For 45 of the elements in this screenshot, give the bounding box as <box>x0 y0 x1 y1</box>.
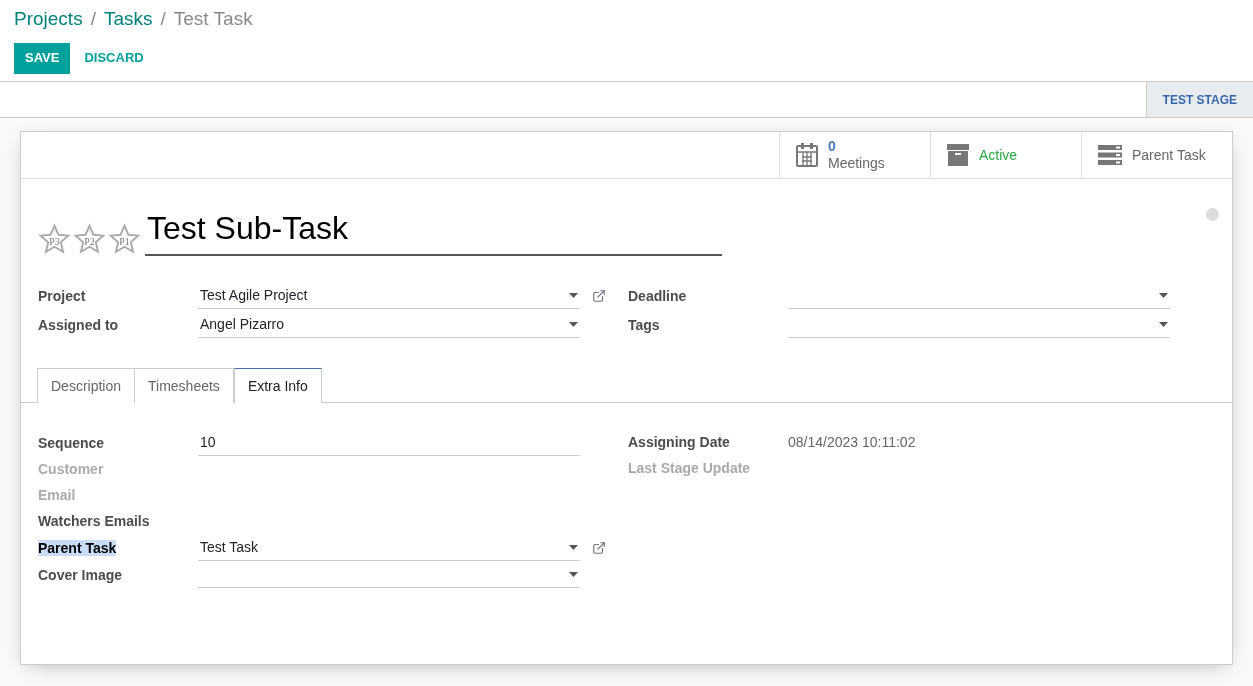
field-label: Deadline <box>628 287 687 304</box>
caret-icon <box>569 321 578 327</box>
tab[interactable]: Timesheets <box>134 368 234 403</box>
archive-box-icon <box>947 144 969 166</box>
breadcrumb-separator: / <box>160 7 166 31</box>
external-link-icon[interactable] <box>592 288 606 303</box>
external-link-icon[interactable] <box>592 540 606 555</box>
breadcrumb-link[interactable]: Projects <box>14 5 83 34</box>
stat-button[interactable]: 0 Meetings <box>779 132 930 178</box>
field-label: Watchers Emails <box>38 513 150 529</box>
stat-button[interactable]: Parent Task <box>1081 132 1232 178</box>
priority-star[interactable]: P3 <box>38 223 71 256</box>
field-label: Project <box>38 287 86 304</box>
field-label: Parent Task <box>38 539 117 556</box>
field-label: Assigned to <box>38 316 119 333</box>
caret-icon <box>1159 321 1168 327</box>
discard-button[interactable]: DISCARD <box>73 42 155 74</box>
stage-button[interactable]: TEST STAGE <box>1145 82 1253 117</box>
stat-button[interactable]: Active <box>930 132 1081 178</box>
caret-icon <box>1159 292 1168 298</box>
breadcrumb-separator: / <box>90 7 96 31</box>
field-value: 08/14/2023 10:11:02 <box>788 432 916 452</box>
input-field[interactable]: 10 <box>198 429 580 456</box>
priority-star[interactable]: P1 <box>108 223 141 256</box>
caret-icon <box>569 571 578 577</box>
server-icon <box>1098 145 1122 165</box>
priority-star[interactable]: P2 <box>73 223 106 256</box>
tab[interactable]: Description <box>37 368 136 403</box>
caret-icon <box>569 544 578 550</box>
calendar-icon <box>796 143 818 167</box>
field-label: Customer <box>38 461 104 477</box>
tab[interactable]: Extra Info <box>233 368 322 403</box>
field-label: Sequence <box>38 434 105 451</box>
dropdown-field[interactable]: Test Agile Project <box>198 282 580 309</box>
save-button[interactable]: SAVE <box>14 42 71 74</box>
dropdown-field[interactable]: Test Task <box>198 534 580 561</box>
field-label: Cover Image <box>38 566 123 583</box>
field-label: Tags <box>628 316 660 333</box>
caret-icon <box>569 292 578 298</box>
breadcrumb-link[interactable]: Tasks <box>103 5 153 34</box>
field-label: Assigning Date <box>628 434 730 450</box>
field-label: Last Stage Update <box>628 460 751 476</box>
dropdown-field[interactable]: Angel Pizarro <box>198 311 580 338</box>
title-field[interactable]: Test Sub-Task <box>145 208 722 256</box>
field-label: Email <box>38 487 76 503</box>
